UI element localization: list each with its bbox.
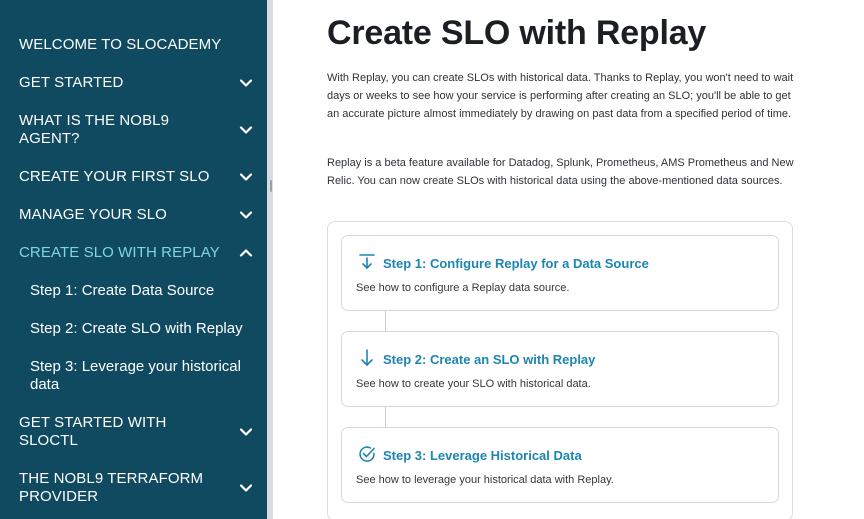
chevron-down-icon[interactable] xyxy=(239,76,253,90)
sidebar-item-nobl9-agent[interactable]: WHAT IS THE NOBL9 AGENT? xyxy=(0,112,267,148)
sidebar: WELCOME TO SLOCADEMY GET STARTED WHAT IS… xyxy=(0,0,267,519)
sidebar-item-label: GET STARTED WITH SLOCTL xyxy=(19,414,167,449)
step-card-1[interactable]: Step 1: Configure Replay for a Data Sour… xyxy=(341,235,779,311)
chevron-up-icon[interactable] xyxy=(239,246,253,260)
sidebar-item-label: CREATE SLO WITH REPLAY xyxy=(19,244,220,261)
beta-paragraph: Replay is a beta feature available for D… xyxy=(327,157,794,187)
chevron-down-icon[interactable] xyxy=(239,123,253,137)
arrow-down-to-line-icon xyxy=(358,253,376,271)
page-title: Create SLO with Replay xyxy=(327,14,707,52)
chevron-down-icon[interactable] xyxy=(239,425,253,439)
sidebar-item-label: MANAGE YOUR SLO xyxy=(19,206,167,223)
step-title[interactable]: Step 2: Create an SLO with Replay xyxy=(383,352,595,367)
step-title[interactable]: Step 1: Configure Replay for a Data Sour… xyxy=(383,256,649,271)
sidebar-subitem-label: Step 3: Leverage your historical data xyxy=(30,358,241,393)
sidebar-subitem-step-2[interactable]: Step 2: Create SLO with Replay xyxy=(30,320,250,338)
sidebar-item-welcome[interactable]: WELCOME TO SLOCADEMY xyxy=(0,36,267,54)
step-title[interactable]: Step 3: Leverage Historical Data xyxy=(383,448,582,463)
sidebar-subitem-step-1[interactable]: Step 1: Create Data Source xyxy=(30,282,250,300)
sidebar-subitem-step-3[interactable]: Step 3: Leverage your historical data xyxy=(30,358,245,394)
sidebar-item-create-first-slo[interactable]: CREATE YOUR FIRST SLO xyxy=(0,168,267,186)
step-description: See how to leverage your historical data… xyxy=(356,474,614,486)
sidebar-item-label: WELCOME TO SLOCADEMY xyxy=(19,36,222,53)
intro-paragraph: With Replay, you can create SLOs with hi… xyxy=(327,72,794,120)
sidebar-subitem-label: Step 2: Create SLO with Replay xyxy=(30,320,243,337)
sidebar-item-label: WHAT IS THE NOBL9 AGENT? xyxy=(19,112,170,147)
sidebar-item-sloctl[interactable]: GET STARTED WITH SLOCTL xyxy=(0,414,267,450)
sidebar-item-manage-slo[interactable]: MANAGE YOUR SLO xyxy=(0,206,267,224)
step-connector xyxy=(385,311,386,331)
scrollbar-thumb[interactable] xyxy=(270,180,272,192)
main-content: Create SLO with Replay With Replay, you … xyxy=(273,0,864,519)
arrow-down-icon xyxy=(358,349,376,367)
check-circle-icon xyxy=(358,445,376,463)
sidebar-subitem-label: Step 1: Create Data Source xyxy=(30,282,215,299)
sidebar-item-label: GET STARTED xyxy=(19,74,124,91)
chevron-down-icon[interactable] xyxy=(239,481,253,495)
sidebar-item-label: CREATE YOUR FIRST SLO xyxy=(19,168,210,185)
step-description: See how to create your SLO with historic… xyxy=(356,378,591,390)
chevron-down-icon[interactable] xyxy=(239,170,253,184)
sidebar-item-get-started[interactable]: GET STARTED xyxy=(0,74,267,92)
step-connector xyxy=(385,407,386,427)
chevron-down-icon[interactable] xyxy=(239,208,253,222)
sidebar-item-create-slo-replay[interactable]: CREATE SLO WITH REPLAY xyxy=(0,244,267,262)
sidebar-item-label: THE NOBL9 TERRAFORM PROVIDER xyxy=(19,470,204,505)
sidebar-item-terraform[interactable]: THE NOBL9 TERRAFORM PROVIDER xyxy=(0,470,267,506)
step-card-3[interactable]: Step 3: Leverage Historical Data See how… xyxy=(341,427,779,503)
step-description: See how to configure a Replay data sourc… xyxy=(356,282,570,294)
step-card-2[interactable]: Step 2: Create an SLO with Replay See ho… xyxy=(341,331,779,407)
